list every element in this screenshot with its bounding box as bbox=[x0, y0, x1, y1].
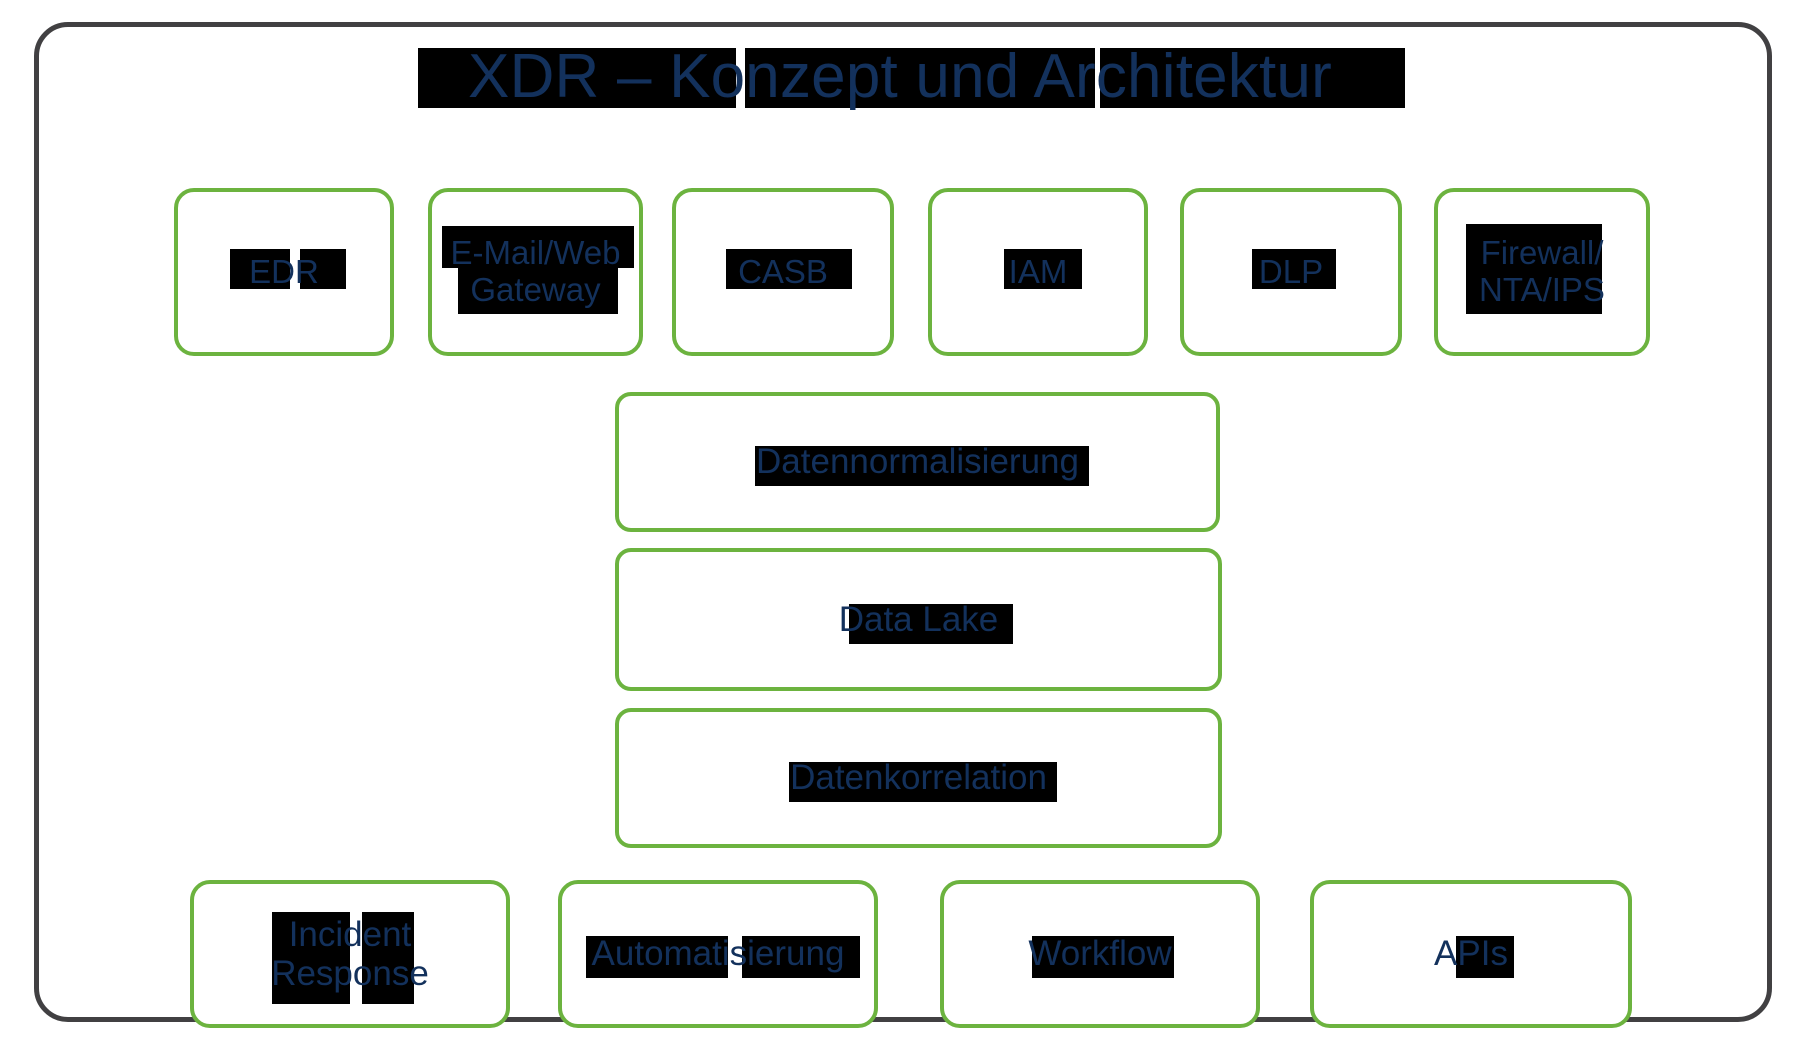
diagram-canvas: XDR – Konzept und Architektur EDR E-Mail… bbox=[0, 0, 1800, 1060]
node-label: Datenkorrelation bbox=[790, 758, 1047, 798]
node-datennormalisierung[interactable]: Datennormalisierung bbox=[615, 392, 1220, 532]
node-workflow[interactable]: Workflow bbox=[940, 880, 1260, 1028]
node-edr[interactable]: EDR bbox=[174, 188, 394, 356]
node-label: Automatisierung bbox=[591, 934, 845, 974]
node-firewall-nta-ips[interactable]: Firewall/ NTA/IPS bbox=[1434, 188, 1650, 356]
node-dlp[interactable]: DLP bbox=[1180, 188, 1402, 356]
page-title: XDR – Konzept und Architektur bbox=[0, 0, 1800, 130]
node-casb[interactable]: CASB bbox=[672, 188, 894, 356]
node-label: E-Mail/Web Gateway bbox=[450, 234, 621, 308]
node-data-lake[interactable]: Data Lake bbox=[615, 548, 1222, 691]
node-label: DLP bbox=[1258, 252, 1324, 290]
node-iam[interactable]: IAM bbox=[928, 188, 1148, 356]
node-apis[interactable]: APIs bbox=[1310, 880, 1632, 1028]
node-email-web-gateway[interactable]: E-Mail/Web Gateway bbox=[428, 188, 643, 356]
node-label: Incident Response bbox=[271, 914, 429, 993]
node-label: APIs bbox=[1434, 934, 1508, 974]
node-label: CASB bbox=[738, 252, 828, 290]
page-title-text: XDR – Konzept und Architektur bbox=[468, 42, 1332, 111]
node-label: EDR bbox=[249, 252, 319, 290]
node-label: Workflow bbox=[1028, 934, 1172, 974]
node-label: Data Lake bbox=[838, 599, 999, 639]
node-label: Datennormalisierung bbox=[756, 442, 1079, 482]
node-label: IAM bbox=[1008, 252, 1068, 290]
node-datenkorrelation[interactable]: Datenkorrelation bbox=[615, 708, 1222, 848]
node-incident-response[interactable]: Incident Response bbox=[190, 880, 510, 1028]
node-automatisierung[interactable]: Automatisierung bbox=[558, 880, 878, 1028]
node-label: Firewall/ NTA/IPS bbox=[1479, 234, 1605, 308]
